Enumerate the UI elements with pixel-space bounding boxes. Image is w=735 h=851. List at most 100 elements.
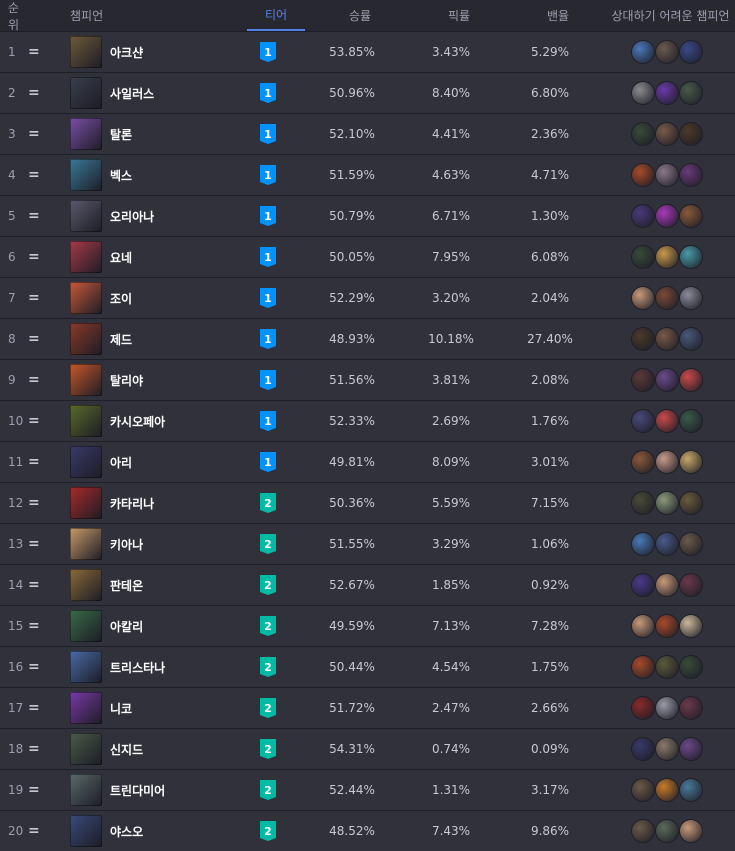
- champion-name[interactable]: 조이: [110, 290, 132, 307]
- table-row[interactable]: 9 = 탈리야 1 51.56% 3.81% 2.08%: [0, 359, 735, 400]
- champion-name[interactable]: 탈리야: [110, 372, 143, 389]
- counter-champion-icon[interactable]: [655, 205, 678, 227]
- counter-champion-icon[interactable]: [679, 410, 702, 432]
- champion-avatar[interactable]: [70, 692, 102, 724]
- champion-cell[interactable]: 조이: [62, 282, 232, 314]
- champion-cell[interactable]: 요네: [62, 241, 232, 273]
- table-row[interactable]: 13 = 키아나 2 51.55% 3.29% 1.06%: [0, 523, 735, 564]
- counter-champion-icon[interactable]: [679, 164, 702, 186]
- table-row[interactable]: 7 = 조이 1 52.29% 3.20% 2.04%: [0, 277, 735, 318]
- champion-cell[interactable]: 탈론: [62, 118, 232, 150]
- counter-champion-icon[interactable]: [631, 287, 654, 309]
- counter-champion-icon[interactable]: [655, 615, 678, 637]
- table-row[interactable]: 1 = 아크샨 1 53.85% 3.43% 5.29%: [0, 31, 735, 72]
- header-champion[interactable]: 챔피언: [62, 7, 240, 24]
- counter-champion-icon[interactable]: [655, 492, 678, 514]
- champion-cell[interactable]: 카시오페아: [62, 405, 232, 437]
- counter-champion-icon[interactable]: [679, 656, 702, 678]
- champion-cell[interactable]: 오리아나: [62, 200, 232, 232]
- champion-cell[interactable]: 사일러스: [62, 77, 232, 109]
- counter-champion-icon[interactable]: [631, 533, 654, 555]
- champion-name[interactable]: 벡스: [110, 167, 132, 184]
- champion-cell[interactable]: 제드: [62, 323, 232, 355]
- table-row[interactable]: 12 = 카타리나 2 50.36% 5.59% 7.15%: [0, 482, 735, 523]
- champion-cell[interactable]: 벡스: [62, 159, 232, 191]
- champion-avatar[interactable]: [70, 610, 102, 642]
- champion-name[interactable]: 오리아나: [110, 208, 154, 225]
- champion-name[interactable]: 아리: [110, 454, 132, 471]
- champion-avatar[interactable]: [70, 159, 102, 191]
- champion-avatar[interactable]: [70, 36, 102, 68]
- header-winrate[interactable]: 승률: [312, 7, 408, 24]
- table-row[interactable]: 6 = 요네 1 50.05% 7.95% 6.08%: [0, 236, 735, 277]
- champion-avatar[interactable]: [70, 774, 102, 806]
- champion-avatar[interactable]: [70, 200, 102, 232]
- champion-cell[interactable]: 니코: [62, 692, 232, 724]
- counter-champion-icon[interactable]: [631, 205, 654, 227]
- counter-champion-icon[interactable]: [655, 410, 678, 432]
- table-row[interactable]: 3 = 탈론 1 52.10% 4.41% 2.36%: [0, 113, 735, 154]
- table-row[interactable]: 2 = 사일러스 1 50.96% 8.40% 6.80%: [0, 72, 735, 113]
- counter-champion-icon[interactable]: [679, 369, 702, 391]
- champion-name[interactable]: 트리스타나: [110, 659, 165, 676]
- counter-champion-icon[interactable]: [631, 123, 654, 145]
- counter-champion-icon[interactable]: [631, 738, 654, 760]
- champion-cell[interactable]: 판테온: [62, 569, 232, 601]
- champion-cell[interactable]: 신지드: [62, 733, 232, 765]
- table-row[interactable]: 14 = 판테온 2 52.67% 1.85% 0.92%: [0, 564, 735, 605]
- counter-champion-icon[interactable]: [679, 574, 702, 596]
- champion-avatar[interactable]: [70, 733, 102, 765]
- counter-champion-icon[interactable]: [679, 779, 702, 801]
- champion-name[interactable]: 키아나: [110, 536, 143, 553]
- counter-champion-icon[interactable]: [631, 328, 654, 350]
- counter-champion-icon[interactable]: [631, 82, 654, 104]
- table-row[interactable]: 11 = 아리 1 49.81% 8.09% 3.01%: [0, 441, 735, 482]
- champion-cell[interactable]: 키아나: [62, 528, 232, 560]
- champion-avatar[interactable]: [70, 405, 102, 437]
- champion-name[interactable]: 제드: [110, 331, 132, 348]
- champion-name[interactable]: 탈론: [110, 126, 132, 143]
- counter-champion-icon[interactable]: [655, 328, 678, 350]
- counter-champion-icon[interactable]: [631, 656, 654, 678]
- counter-champion-icon[interactable]: [679, 615, 702, 637]
- counter-champion-icon[interactable]: [631, 451, 654, 473]
- counter-champion-icon[interactable]: [679, 697, 702, 719]
- table-row[interactable]: 20 = 야스오 2 48.52% 7.43% 9.86%: [0, 810, 735, 851]
- champion-cell[interactable]: 야스오: [62, 815, 232, 847]
- champion-name[interactable]: 아칼리: [110, 618, 143, 635]
- counter-champion-icon[interactable]: [679, 820, 702, 842]
- table-row[interactable]: 10 = 카시오페아 1 52.33% 2.69% 1.76%: [0, 400, 735, 441]
- champion-cell[interactable]: 아칼리: [62, 610, 232, 642]
- table-row[interactable]: 17 = 니코 2 51.72% 2.47% 2.66%: [0, 687, 735, 728]
- table-row[interactable]: 19 = 트린다미어 2 52.44% 1.31% 3.17%: [0, 769, 735, 810]
- champion-name[interactable]: 아크샨: [110, 44, 143, 61]
- counter-champion-icon[interactable]: [655, 451, 678, 473]
- counter-champion-icon[interactable]: [679, 287, 702, 309]
- champion-avatar[interactable]: [70, 118, 102, 150]
- champion-avatar[interactable]: [70, 77, 102, 109]
- champion-avatar[interactable]: [70, 282, 102, 314]
- counter-champion-icon[interactable]: [679, 205, 702, 227]
- champion-cell[interactable]: 카타리나: [62, 487, 232, 519]
- champion-cell[interactable]: 트리스타나: [62, 651, 232, 683]
- counter-champion-icon[interactable]: [679, 123, 702, 145]
- counter-champion-icon[interactable]: [655, 246, 678, 268]
- counter-champion-icon[interactable]: [679, 738, 702, 760]
- champion-avatar[interactable]: [70, 487, 102, 519]
- counter-champion-icon[interactable]: [631, 779, 654, 801]
- champion-avatar[interactable]: [70, 528, 102, 560]
- champion-avatar[interactable]: [70, 323, 102, 355]
- counter-champion-icon[interactable]: [631, 574, 654, 596]
- counter-champion-icon[interactable]: [679, 328, 702, 350]
- counter-champion-icon[interactable]: [655, 656, 678, 678]
- counter-champion-icon[interactable]: [631, 246, 654, 268]
- champion-avatar[interactable]: [70, 651, 102, 683]
- champion-cell[interactable]: 탈리야: [62, 364, 232, 396]
- counter-champion-icon[interactable]: [655, 779, 678, 801]
- champion-name[interactable]: 야스오: [110, 823, 143, 840]
- champion-name[interactable]: 사일러스: [110, 85, 154, 102]
- champion-avatar[interactable]: [70, 241, 102, 273]
- counter-champion-icon[interactable]: [679, 82, 702, 104]
- counter-champion-icon[interactable]: [631, 164, 654, 186]
- header-pickrate[interactable]: 픽률: [408, 7, 510, 24]
